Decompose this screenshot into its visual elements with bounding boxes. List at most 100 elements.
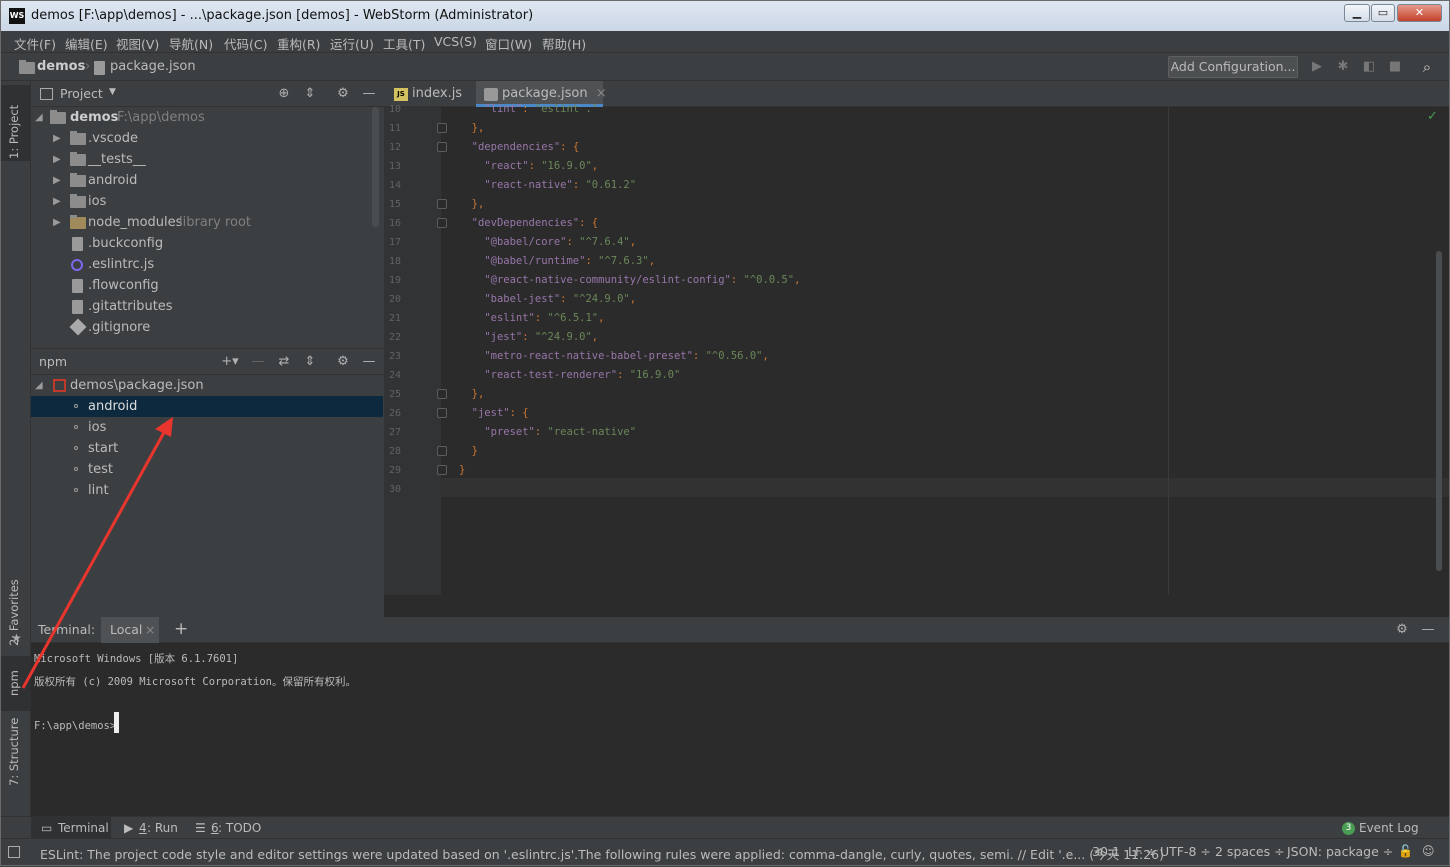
- code-line: "babel-jest": "^24.9.0",: [484, 293, 637, 305]
- maximize-button[interactable]: ▭: [1371, 4, 1395, 22]
- close-tab-icon[interactable]: ×: [145, 622, 155, 637]
- file-encoding[interactable]: UTF-8 ÷: [1160, 844, 1211, 859]
- run-tool-tab[interactable]: : Run: [147, 821, 178, 835]
- root-name: demos: [70, 110, 119, 125]
- tree-item[interactable]: ▶ __tests__: [31, 149, 383, 170]
- gear-icon[interactable]: ⚙: [334, 353, 352, 371]
- terminal-tool-tab[interactable]: Terminal: [58, 821, 109, 835]
- chevron-down-icon[interactable]: ◢: [35, 107, 43, 128]
- fold-marker-icon[interactable]: [437, 446, 447, 456]
- chevron-down-icon[interactable]: ◢: [35, 375, 43, 396]
- code-line: "@react-native-community/eslint-config":…: [484, 274, 801, 286]
- npm-script[interactable]: android: [31, 396, 383, 417]
- terminal-cursor: [114, 712, 119, 733]
- tree-item[interactable]: ▶ android: [31, 170, 383, 191]
- search-icon[interactable]: ⌕: [1418, 58, 1436, 76]
- event-log-button[interactable]: Event Log: [1359, 821, 1419, 835]
- line-separator[interactable]: LF ÷: [1128, 844, 1157, 859]
- fold-marker-icon[interactable]: [437, 408, 447, 418]
- tree-item[interactable]: .gitignore: [31, 317, 383, 338]
- menu-window[interactable]: 窗口(W): [485, 34, 532, 53]
- json-schema[interactable]: JSON: package ÷: [1287, 844, 1393, 859]
- terminal-prompt[interactable]: F:\app\demos>: [34, 720, 116, 732]
- structure-tool-tab[interactable]: 7: Structure: [7, 718, 21, 786]
- run-icon[interactable]: ▶: [1308, 58, 1326, 76]
- add-configuration-button[interactable]: Add Configuration...: [1168, 56, 1298, 78]
- menu-edit[interactable]: 编辑(E): [65, 34, 108, 53]
- npm-script-label: android: [88, 399, 138, 414]
- code-content[interactable]: "lint": "eslint ." }, "dependencies": { …: [449, 103, 1449, 595]
- chevron-right-icon[interactable]: ▶: [53, 149, 61, 170]
- menu-bar: 文件(F) 编辑(E) 视图(V) 导航(N) 代码(C) 重构(R) 运行(U…: [1, 31, 1449, 53]
- collapse-all-icon[interactable]: ⇕: [301, 353, 319, 371]
- breadcrumb-project[interactable]: demos: [37, 59, 85, 74]
- close-button[interactable]: ✕: [1397, 4, 1442, 22]
- menu-code[interactable]: 代码(C): [224, 34, 267, 53]
- tool-windows-icon[interactable]: [8, 846, 20, 858]
- menu-tools[interactable]: 工具(T): [383, 34, 425, 53]
- npm-script[interactable]: test: [31, 459, 383, 480]
- fold-marker-icon[interactable]: [437, 218, 447, 228]
- coverage-icon[interactable]: ◧: [1360, 58, 1378, 76]
- npm-package-node[interactable]: ◢ demos\package.json: [31, 375, 383, 396]
- status-message[interactable]: ESLint: The project code style and edito…: [40, 844, 1164, 863]
- npm-script[interactable]: lint: [31, 480, 383, 501]
- fold-marker-icon[interactable]: [437, 389, 447, 399]
- tree-item[interactable]: .gitattributes: [31, 296, 383, 317]
- minimize-button[interactable]: ▁: [1344, 4, 1370, 22]
- scrollbar[interactable]: [372, 107, 379, 227]
- fold-marker-icon[interactable]: [437, 123, 447, 133]
- chevron-down-icon[interactable]: ▼: [109, 87, 116, 97]
- remove-icon[interactable]: —: [249, 353, 267, 371]
- menu-view[interactable]: 视图(V): [116, 34, 159, 53]
- chevron-right-icon[interactable]: ▶: [53, 170, 61, 191]
- inspector-icon[interactable]: ☺: [1422, 844, 1435, 858]
- chevron-right-icon[interactable]: ▶: [53, 128, 61, 149]
- npm-tool-tab[interactable]: npm: [7, 670, 21, 696]
- tree-item[interactable]: .eslintrc.js: [31, 254, 383, 275]
- tree-item[interactable]: ▶ ios: [31, 191, 383, 212]
- debug-icon[interactable]: ✱: [1334, 58, 1352, 76]
- menu-navigate[interactable]: 导航(N): [169, 34, 213, 53]
- tree-root[interactable]: ◢ demos F:\app\demos: [31, 107, 383, 128]
- project-view-selector[interactable]: Project: [60, 86, 103, 101]
- collapse-all-icon[interactable]: ⇕: [301, 85, 319, 103]
- fold-marker-icon[interactable]: [437, 199, 447, 209]
- hide-panel-icon[interactable]: —: [360, 85, 378, 103]
- gear-icon[interactable]: ⚙: [334, 85, 352, 103]
- close-tab-icon[interactable]: ×: [596, 86, 607, 101]
- fold-marker-icon[interactable]: [437, 465, 447, 475]
- tree-item[interactable]: .flowconfig: [31, 275, 383, 296]
- run-tool-tab-number[interactable]: 4: [139, 821, 147, 835]
- tree-item[interactable]: ▶ node_modules library root: [31, 212, 383, 233]
- fold-marker-icon[interactable]: [437, 142, 447, 152]
- tree-item[interactable]: .buckconfig: [31, 233, 383, 254]
- line-number: 24: [388, 370, 401, 381]
- menu-refactor[interactable]: 重构(R): [277, 34, 320, 53]
- project-tool-tab[interactable]: 1: Project: [7, 105, 21, 159]
- hide-panel-icon[interactable]: —: [360, 353, 378, 371]
- chevron-right-icon[interactable]: ▶: [53, 212, 61, 233]
- hide-panel-icon[interactable]: —: [1419, 621, 1437, 639]
- todo-tool-tab[interactable]: : TODO: [218, 821, 261, 835]
- refresh-icon[interactable]: ⇄: [275, 353, 293, 371]
- lock-icon[interactable]: 🔓: [1398, 844, 1413, 858]
- menu-file[interactable]: 文件(F): [14, 34, 56, 53]
- add-icon[interactable]: +▾: [221, 353, 239, 371]
- stop-icon[interactable]: ■: [1386, 58, 1404, 76]
- gear-icon[interactable]: ⚙: [1393, 621, 1411, 639]
- caret-position[interactable]: 30:1: [1092, 844, 1120, 859]
- chevron-right-icon[interactable]: ▶: [53, 191, 61, 212]
- menu-vcs[interactable]: VCS(S): [434, 34, 477, 49]
- code-line: "metro-react-native-babel-preset": "^0.5…: [484, 350, 769, 362]
- breadcrumb-file[interactable]: package.json: [110, 59, 196, 74]
- locate-icon[interactable]: ⊕: [275, 85, 293, 103]
- indent-setting[interactable]: 2 spaces ÷: [1215, 844, 1285, 859]
- menu-run[interactable]: 运行(U): [330, 34, 374, 53]
- tree-item[interactable]: ▶ .vscode: [31, 128, 383, 149]
- add-terminal-button[interactable]: +: [174, 619, 188, 639]
- menu-help[interactable]: 帮助(H): [542, 34, 586, 53]
- tree-item-label: .eslintrc.js: [88, 257, 155, 272]
- npm-script[interactable]: start: [31, 438, 383, 459]
- npm-script[interactable]: ios: [31, 417, 383, 438]
